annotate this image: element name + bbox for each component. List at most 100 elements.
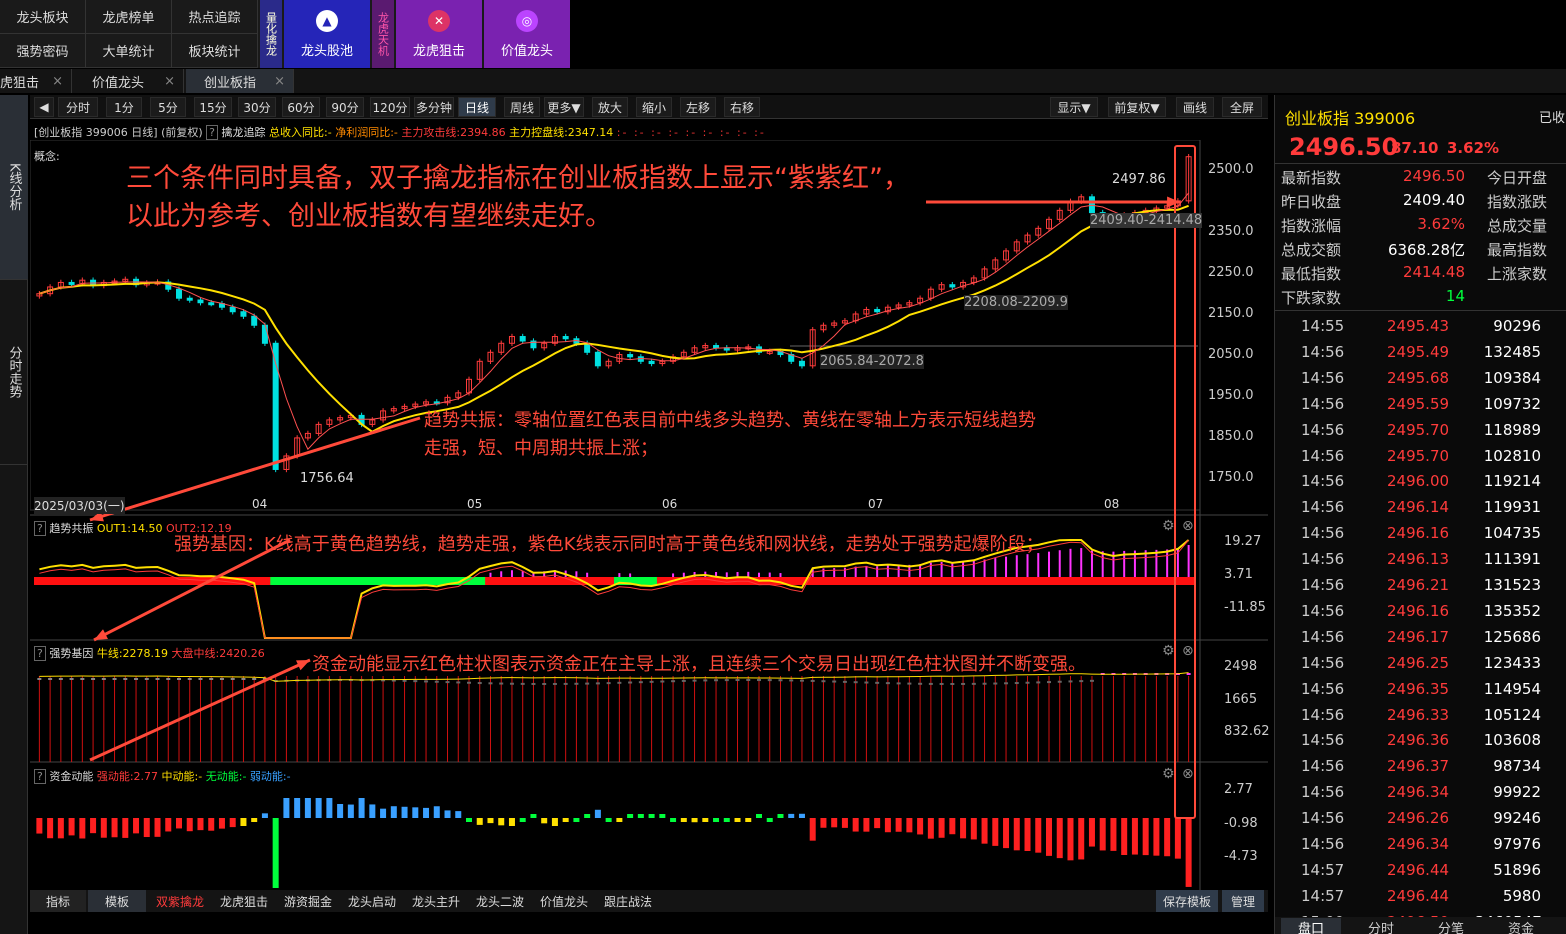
sub3-bar — [1013, 818, 1020, 851]
close-icon[interactable]: ⊗ — [1182, 766, 1194, 782]
tick-volume: 119214 — [1483, 472, 1541, 491]
period-11[interactable]: 周线 — [504, 97, 540, 117]
manage-button[interactable]: 管理 — [1222, 890, 1264, 912]
collapse-icon[interactable]: ◀ — [34, 97, 54, 117]
gear-icon[interactable]: ⚙ — [1162, 766, 1175, 782]
template-item[interactable]: 龙头主升 — [412, 890, 460, 912]
bottom-tab-template[interactable]: 模板 — [88, 890, 146, 912]
template-item[interactable]: 龙虎狙击 — [220, 890, 268, 912]
side-timeshare[interactable]: 分时走势 — [0, 280, 28, 465]
zero-axis-segment — [334, 577, 346, 585]
template-item[interactable]: 跟庄战法 — [604, 890, 652, 912]
sub2-dot — [671, 680, 676, 683]
sub2-dot — [488, 682, 493, 685]
nav-strong-code[interactable]: 强势密码 — [0, 34, 86, 68]
sub3-bar — [766, 818, 773, 822]
period-3[interactable]: 5分 — [150, 97, 186, 117]
period-7[interactable]: 90分 — [326, 97, 364, 117]
zoom-out-button[interactable]: 缩小 — [636, 97, 672, 117]
sub3-bar — [476, 818, 483, 825]
help-icon[interactable]: ? — [206, 125, 219, 140]
template-item-active[interactable]: 双紫擒龙 — [156, 890, 204, 912]
close-icon[interactable]: × — [274, 74, 285, 89]
nav-sector-stats[interactable]: 板块统计 — [172, 34, 258, 68]
feature-dragon-snipe[interactable]: ✕ 龙虎狙击 — [396, 0, 482, 68]
sub3-bar — [702, 818, 709, 822]
period-5[interactable]: 30分 — [238, 97, 276, 117]
display-button[interactable]: 显示▼ — [1050, 97, 1098, 117]
help-icon[interactable]: ? — [34, 646, 46, 661]
period-9[interactable]: 多分钟 — [414, 97, 454, 117]
tick-time: 14:56 — [1301, 653, 1345, 672]
sub2-dot — [509, 682, 514, 685]
feature-value-leader[interactable]: ◎ 价值龙头 — [484, 0, 570, 68]
sub3-bar — [36, 818, 43, 834]
close-icon[interactable]: × — [52, 74, 63, 89]
tab-label: 虎狙击 — [0, 75, 40, 91]
template-item[interactable]: 龙头启动 — [348, 890, 396, 912]
sub3-none: 无动能:- — [205, 770, 247, 783]
nav-dragon-tiger-list[interactable]: 龙虎榜单 — [86, 0, 172, 34]
tick-price: 2495.70 — [1387, 420, 1450, 439]
period-8[interactable]: 120分 — [370, 97, 410, 117]
stat-label: 总成交量 — [1487, 217, 1548, 235]
template-item[interactable]: 游资掘金 — [284, 890, 332, 912]
tick-volume: 109732 — [1483, 394, 1541, 413]
template-item[interactable]: 价值龙头 — [540, 890, 588, 912]
nav-hotspot-tracking[interactable]: 热点追踪 — [172, 0, 258, 34]
adjust-button[interactable]: 前复权▼ — [1108, 97, 1166, 117]
close-icon[interactable]: ⊗ — [1182, 518, 1194, 534]
sub2-dot — [1068, 680, 1073, 683]
tab-timeshare[interactable]: 分时 — [1351, 918, 1411, 934]
feature-leader-pool[interactable]: ▲ 龙头股池 — [284, 0, 370, 68]
save-template-button[interactable]: 保存模板 — [1156, 890, 1218, 912]
zero-axis-segment — [313, 577, 325, 585]
sub2-dot — [230, 678, 235, 680]
tab-dragon-snipe[interactable]: 虎狙击 × — [0, 69, 72, 93]
stat-label: 最高指数 — [1487, 241, 1548, 259]
sub3-bar — [337, 804, 344, 818]
divider — [1275, 310, 1566, 311]
tab-orderbook[interactable]: 盘口 — [1281, 918, 1341, 934]
tab-value-leader[interactable]: 价值龙头 × — [74, 69, 184, 93]
help-icon[interactable]: ? — [34, 769, 46, 784]
bottom-tab-indicator[interactable]: 指标 — [30, 890, 86, 912]
indicator-revenue: 总收入同比:- — [269, 126, 332, 139]
tick-volume: 51896 — [1493, 860, 1541, 879]
nav-leader-sector[interactable]: 龙头板块 — [0, 0, 86, 34]
period-4[interactable]: 15分 — [194, 97, 232, 117]
sub3-bar — [79, 818, 86, 839]
period-1[interactable]: 分时 — [58, 97, 98, 117]
candle-body — [519, 336, 526, 342]
tick-price: 2496.35 — [1387, 679, 1450, 698]
sub3-bar — [466, 818, 472, 822]
draw-button[interactable]: 画线 — [1176, 97, 1214, 117]
period-2[interactable]: 1分 — [106, 97, 142, 117]
help-icon[interactable]: ? — [34, 521, 46, 536]
move-right-button[interactable]: 右移 — [724, 97, 760, 117]
more-button[interactable]: 更多▼ — [544, 97, 584, 117]
sub1-name: 趋势共振 — [49, 522, 94, 535]
sub3-bar — [186, 818, 193, 832]
template-item[interactable]: 龙头二波 — [476, 890, 524, 912]
tab-ticks[interactable]: 分笔 — [1421, 918, 1481, 934]
fullscreen-button[interactable]: 全屏 — [1222, 97, 1262, 117]
gear-icon[interactable]: ⚙ — [1162, 518, 1175, 534]
close-icon[interactable]: × — [164, 74, 175, 89]
tick-volume: 98734 — [1493, 757, 1541, 776]
sub3-bar — [111, 818, 118, 838]
nav-big-order-stats[interactable]: 大单统计 — [86, 34, 172, 68]
move-left-button[interactable]: 左移 — [680, 97, 716, 117]
period-6[interactable]: 60分 — [282, 97, 320, 117]
zero-axis-segment — [1075, 577, 1088, 585]
side-kline-analysis[interactable]: K线分析 — [0, 95, 28, 280]
zoom-in-button[interactable]: 放大 — [592, 97, 628, 117]
period-daily[interactable]: 日线 — [458, 97, 496, 117]
tab-funds[interactable]: 资金 — [1491, 918, 1551, 934]
sub3-bar — [680, 818, 687, 822]
sub3-bar — [1131, 818, 1138, 855]
tab-chinext-index[interactable]: 创业板指 × — [186, 69, 294, 93]
sub2-dot — [467, 681, 471, 684]
zero-axis-segment — [1065, 577, 1077, 585]
sub2-dot — [714, 679, 719, 682]
